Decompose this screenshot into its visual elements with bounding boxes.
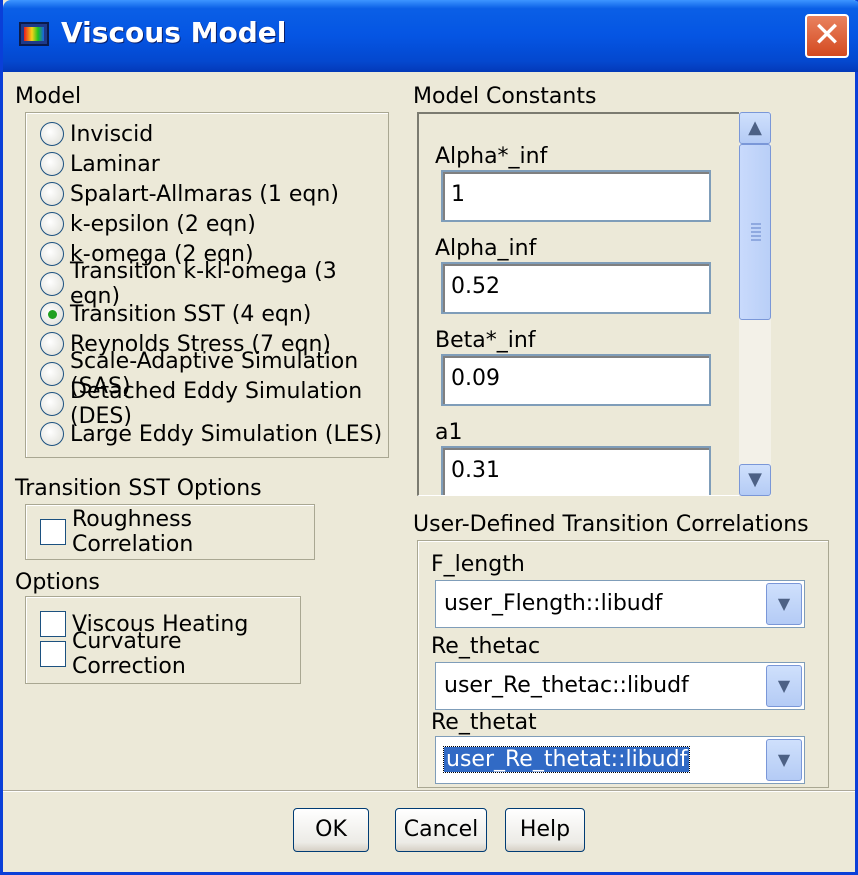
scroll-down-icon[interactable]: ▼ (739, 464, 771, 496)
close-button[interactable]: ✕ (805, 14, 849, 58)
checkbox-label: Roughness Correlation (72, 507, 194, 557)
radio-label: k-epsilon (2 eqn) (70, 211, 256, 237)
radio-button-icon[interactable] (40, 212, 64, 236)
a1-input[interactable]: 0.31 (441, 446, 711, 495)
re-thetac-dropdown[interactable]: user_Re_thetac::libudf ▼ (435, 662, 805, 710)
radio-les[interactable]: Large Eddy Simulation (LES) (40, 419, 382, 449)
viscous-model-dialog: Viscous Model ✕ Model Inviscid Laminar S… (0, 0, 858, 875)
beta-star-inf-input[interactable]: 0.09 (441, 354, 711, 406)
re-thetat-dropdown[interactable]: user_Re_thetat::libudf ▼ (435, 736, 805, 784)
radio-button-icon[interactable] (40, 242, 64, 266)
radio-button-icon[interactable] (40, 122, 64, 146)
checkbox-label: Curvature Correction (72, 629, 186, 679)
constant-label: Alpha*_inf (435, 144, 548, 169)
scrollbar-thumb[interactable] (739, 144, 771, 320)
model-constants-label: Model Constants (413, 84, 597, 109)
radio-button-icon[interactable] (40, 152, 64, 176)
options-label: Options (15, 570, 100, 595)
dropdown-value: user_Re_thetat::libudf (442, 746, 691, 773)
model-constants-scroll-pane[interactable]: Alpha*_inf 1 Alpha_inf 0.52 Beta*_inf 0.… (417, 112, 771, 496)
constant-label: Beta*_inf (435, 328, 536, 353)
f-length-label: F_length (431, 552, 525, 577)
radio-button-icon[interactable] (40, 392, 64, 416)
radio-label: Large Eddy Simulation (LES) (70, 421, 383, 447)
radio-label: Transition SST (4 eqn) (70, 301, 312, 327)
checkbox-icon[interactable] (40, 519, 66, 545)
radio-button-icon[interactable] (40, 272, 64, 296)
constant-label: Alpha_inf (435, 236, 537, 261)
alpha-star-inf-input[interactable]: 1 (441, 170, 711, 222)
scroll-up-icon[interactable]: ▲ (739, 112, 771, 144)
window-title: Viscous Model (61, 16, 287, 49)
radio-transition-k-kl-omega[interactable]: Transition k-kl-omega (3 eqn) (40, 259, 388, 309)
dropdown-value: user_Flength::libudf (444, 591, 663, 616)
radio-label: Spalart-Allmaras (1 eqn) (70, 181, 339, 207)
curvature-correction-checkbox[interactable]: Curvature Correction (40, 629, 300, 679)
f-length-dropdown[interactable]: user_Flength::libudf ▼ (435, 580, 805, 628)
re-thetat-label: Re_thetat (431, 710, 537, 735)
radio-label: Laminar (70, 151, 160, 177)
chevron-down-icon[interactable]: ▼ (766, 665, 802, 707)
transition-options-group: Roughness Correlation (25, 504, 315, 560)
radio-button-icon[interactable] (40, 182, 64, 206)
transition-options-label: Transition SST Options (15, 476, 262, 501)
radio-k-epsilon[interactable]: k-epsilon (2 eqn) (40, 209, 256, 239)
model-group: Inviscid Laminar Spalart-Allmaras (1 eqn… (25, 112, 389, 458)
radio-spalart-allmaras[interactable]: Spalart-Allmaras (1 eqn) (40, 179, 339, 209)
constant-label: a1 (435, 420, 463, 445)
checkbox-icon[interactable] (40, 641, 66, 667)
radio-label: Inviscid (70, 121, 154, 147)
app-icon (19, 22, 49, 46)
chevron-down-icon[interactable]: ▼ (766, 739, 802, 781)
radio-button-icon[interactable] (40, 362, 64, 386)
radio-laminar[interactable]: Laminar (40, 149, 160, 179)
ok-button[interactable]: OK (293, 808, 369, 852)
re-thetac-label: Re_thetac (431, 634, 541, 659)
radio-button-icon[interactable] (40, 332, 64, 356)
udf-correlations-label: User-Defined Transition Correlations (413, 512, 809, 537)
roughness-correlation-checkbox[interactable]: Roughness Correlation (40, 507, 314, 557)
options-group: Viscous Heating Curvature Correction (25, 596, 301, 684)
radio-inviscid[interactable]: Inviscid (40, 119, 153, 149)
grip-icon (751, 223, 761, 243)
help-button[interactable]: Help (505, 808, 585, 852)
radio-des[interactable]: Detached Eddy Simulation (DES) (40, 379, 388, 429)
checkbox-icon[interactable] (40, 611, 66, 637)
divider (3, 790, 855, 792)
radio-button-icon[interactable] (40, 422, 64, 446)
title-bar[interactable]: Viscous Model ✕ (3, 0, 858, 72)
cancel-button[interactable]: Cancel (395, 808, 487, 852)
model-group-label: Model (15, 84, 82, 109)
dropdown-value: user_Re_thetac::libudf (444, 673, 689, 698)
alpha-inf-input[interactable]: 0.52 (441, 262, 711, 314)
chevron-down-icon[interactable]: ▼ (766, 583, 802, 625)
radio-button-checked-icon[interactable] (40, 302, 64, 326)
radio-transition-sst[interactable]: Transition SST (4 eqn) (40, 299, 311, 329)
model-constants-scrollbar[interactable]: ▲ ▼ (739, 112, 771, 496)
